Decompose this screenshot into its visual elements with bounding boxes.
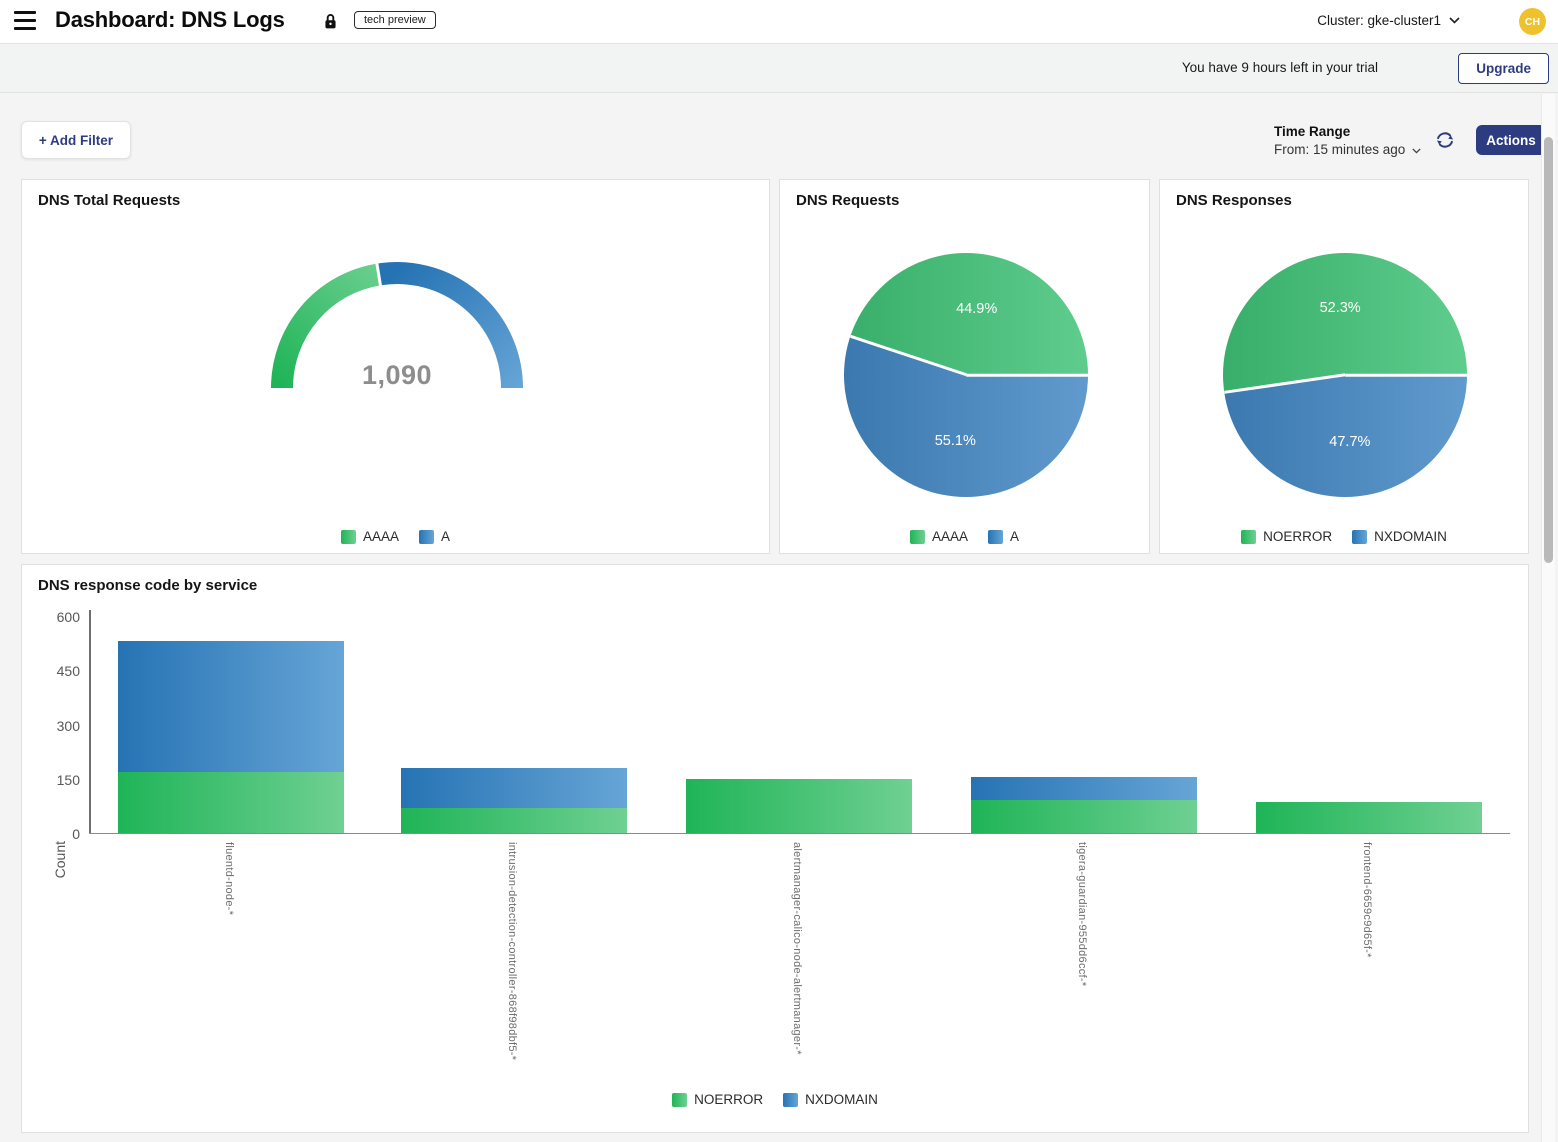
card-dns-requests: DNS Requests 44.9%55.1% AAAAA [779, 179, 1150, 554]
legend-label: NXDOMAIN [805, 1092, 878, 1107]
refresh-icon[interactable] [1434, 129, 1456, 151]
trial-banner: You have 9 hours left in your trial Upgr… [0, 45, 1558, 93]
legend-item[interactable]: AAAA [910, 529, 968, 544]
y-axis-title: Count [52, 841, 68, 878]
bar-segment-noerror[interactable] [686, 779, 912, 833]
y-tick-label: 150 [38, 772, 80, 788]
legend-swatch [1352, 530, 1367, 544]
y-tick-label: 300 [38, 718, 80, 734]
legend-swatch [1241, 530, 1256, 544]
legend-item[interactable]: NXDOMAIN [1352, 529, 1447, 544]
legend-item[interactable]: NOERROR [672, 1092, 763, 1107]
x-tick-label: fluentd-node-* [223, 842, 235, 915]
legend-label: A [1010, 529, 1019, 544]
slice-divider [1345, 374, 1467, 377]
card-title: DNS response code by service [38, 577, 257, 594]
slice-percent-label: 47.7% [1329, 434, 1370, 450]
pie-shading [844, 253, 1088, 497]
card-title: DNS Responses [1176, 192, 1292, 209]
time-range-label: Time Range [1274, 124, 1421, 139]
slice-percent-label: 52.3% [1320, 300, 1361, 316]
scrollbar-thumb[interactable] [1544, 137, 1553, 563]
bar-segment-noerror[interactable] [971, 800, 1197, 833]
legend-swatch [910, 530, 925, 544]
add-filter-button[interactable]: + Add Filter [21, 121, 131, 159]
trial-message: You have 9 hours left in your trial [1182, 60, 1378, 75]
time-range-value[interactable]: From: 15 minutes ago [1274, 142, 1421, 157]
legend-item[interactable]: AAAA [341, 529, 399, 544]
slice-percent-label: 55.1% [935, 433, 976, 449]
bar-segment-noerror[interactable] [401, 808, 627, 833]
upgrade-button[interactable]: Upgrade [1458, 53, 1549, 84]
x-tick-label: intrusion-detection-controller-868f98dbf… [506, 842, 518, 1060]
chevron-down-icon [1412, 148, 1421, 154]
chart-legend: AAAAA [780, 529, 1149, 544]
bar-alertmanager-calico-node-alertmanager-*[interactable] [686, 779, 912, 833]
bar-segment-nxdomain[interactable] [401, 768, 627, 808]
bar-intrusion-detection-controller-868f98dbf5-*[interactable] [401, 768, 627, 833]
bar-fluentd-node-*[interactable] [118, 641, 344, 833]
menu-icon[interactable] [14, 11, 36, 31]
time-range-selector[interactable]: Time Range From: 15 minutes ago [1274, 124, 1421, 157]
legend-label: AAAA [363, 529, 399, 544]
slice-percent-label: 44.9% [956, 301, 997, 317]
x-tick-label: frontend-6659c9d65f-* [1361, 842, 1373, 958]
card-title: DNS Requests [796, 192, 899, 209]
pie-shading [1223, 253, 1467, 497]
cluster-selector[interactable]: Cluster: gke-cluster1 [1317, 13, 1460, 28]
x-tick-label: alertmanager-calico-node-alertmanager-* [791, 842, 803, 1055]
bar-segment-nxdomain[interactable] [118, 641, 344, 771]
pie-chart-dns-requests[interactable]: 44.9% 55.1% [844, 253, 1088, 497]
bar-segment-noerror[interactable] [1256, 802, 1482, 833]
bar-segment-noerror[interactable] [118, 772, 344, 833]
legend-label: AAAA [932, 529, 968, 544]
page-title: Dashboard: DNS Logs [55, 7, 285, 33]
bar-frontend-6659c9d65f-*[interactable] [1256, 802, 1482, 833]
tech-preview-badge: tech preview [354, 11, 436, 29]
cluster-label: Cluster: gke-cluster1 [1317, 13, 1441, 28]
actions-button[interactable]: Actions [1476, 125, 1546, 155]
legend-item[interactable]: A [988, 529, 1019, 544]
x-tick-label: tigera-guardian-955dd6ccf-* [1076, 842, 1088, 986]
legend-swatch [988, 530, 1003, 544]
avatar[interactable]: CH [1519, 8, 1546, 35]
legend-swatch [419, 530, 434, 544]
y-tick-label: 450 [38, 663, 80, 679]
bar-tigera-guardian-955dd6ccf-*[interactable] [971, 777, 1197, 833]
app-header: Dashboard: DNS Logs tech preview Cluster… [0, 0, 1558, 44]
slice-divider [850, 335, 967, 376]
y-tick-label: 600 [38, 609, 80, 625]
bar-plot-area[interactable] [89, 610, 1510, 834]
card-dns-total-requests: DNS Total Requests 1,090 AAAAA [21, 179, 770, 554]
legend-label: NOERROR [1263, 529, 1332, 544]
chart-legend: NOERROR NXDOMAIN [22, 1092, 1528, 1107]
slice-divider [1224, 374, 1345, 394]
card-title: DNS Total Requests [38, 192, 180, 209]
chart-legend: AAAAA [22, 529, 769, 544]
slice-divider [966, 374, 1088, 377]
legend-swatch [672, 1093, 687, 1107]
legend-swatch [341, 530, 356, 544]
bar-segment-nxdomain[interactable] [971, 777, 1197, 801]
legend-item[interactable]: NOERROR [1241, 529, 1332, 544]
legend-item[interactable]: A [419, 529, 450, 544]
legend-label: NXDOMAIN [1374, 529, 1447, 544]
card-dns-response-code-by-service: DNS response code by service 600 450 300 15… [21, 564, 1529, 1133]
legend-item[interactable]: NXDOMAIN [783, 1092, 878, 1107]
chart-legend: NOERROR NXDOMAIN [1160, 529, 1528, 544]
lock-icon [323, 12, 338, 36]
card-dns-responses: DNS Responses 52.3% 47.7% NOERROR NXDOMAIN [1159, 179, 1529, 554]
gauge-value: 1,090 [297, 360, 497, 391]
legend-swatch [783, 1093, 798, 1107]
y-tick-label: 0 [38, 826, 80, 842]
pie-chart-dns-responses[interactable]: 52.3% 47.7% [1223, 253, 1467, 497]
chevron-down-icon [1449, 17, 1460, 24]
legend-label: A [441, 529, 450, 544]
legend-label: NOERROR [694, 1092, 763, 1107]
